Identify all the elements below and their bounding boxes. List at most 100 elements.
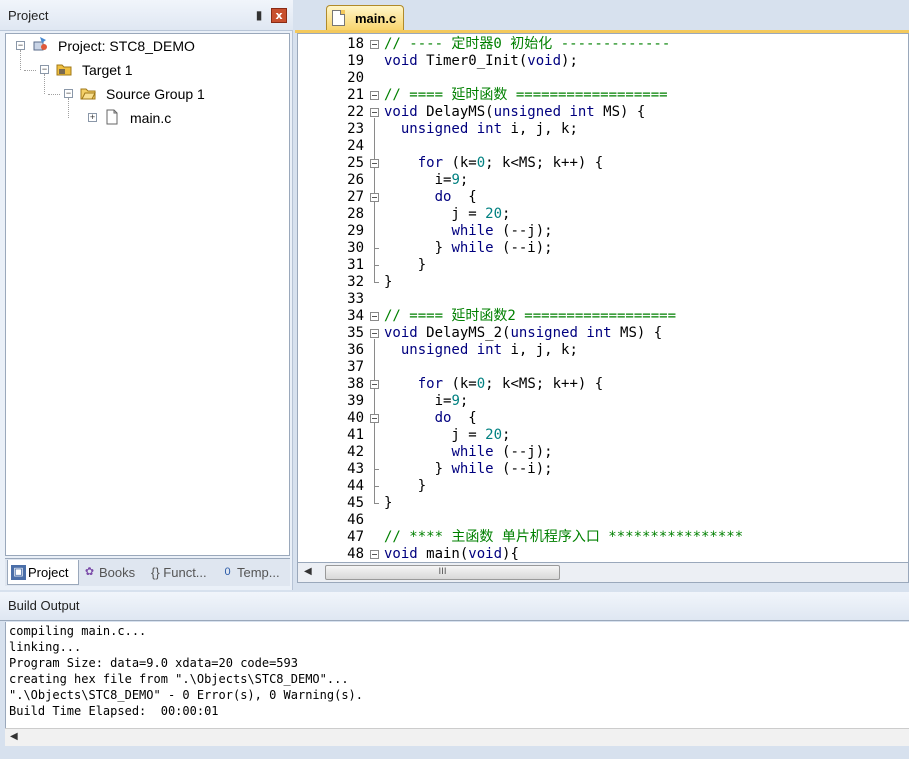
line-number: 45 bbox=[347, 495, 364, 511]
fold-guide bbox=[374, 282, 379, 283]
code-line[interactable]: void main(void){ bbox=[384, 546, 519, 562]
tab-project-label: Project bbox=[28, 565, 69, 580]
fold-toggle-icon[interactable] bbox=[370, 91, 379, 100]
code-line[interactable]: // ==== 延时函数2 ================== bbox=[384, 308, 676, 325]
build-line: ".\Objects\STC8_DEMO" - 0 Error(s), 0 Wa… bbox=[9, 688, 364, 702]
line-number: 43 bbox=[347, 461, 364, 477]
fold-toggle-icon[interactable] bbox=[370, 380, 379, 389]
line-number: 30 bbox=[347, 240, 364, 256]
code-line[interactable]: void DelayMS(unsigned int MS) { bbox=[384, 104, 645, 121]
fold-guide bbox=[374, 486, 379, 487]
code-editor[interactable]: 18 19 20 21 22 23 24 25 26 27 28 29 30 31 32 33 34 35 36 37… bbox=[297, 33, 909, 563]
code-line[interactable]: } while (--i); bbox=[384, 461, 553, 478]
code-line[interactable]: // ==== 延时函数 ================== bbox=[384, 87, 668, 104]
tree-label-file: main.c bbox=[130, 110, 172, 126]
fold-toggle-icon[interactable] bbox=[370, 193, 379, 202]
editor-horizontal-scrollbar[interactable]: ◀ III bbox=[297, 563, 909, 583]
code-line[interactable]: do { bbox=[384, 189, 477, 206]
line-number: 21 bbox=[347, 87, 364, 103]
collapse-icon[interactable]: − bbox=[16, 41, 25, 50]
scrollbar-thumb[interactable]: III bbox=[325, 565, 560, 580]
line-number: 23 bbox=[347, 121, 364, 137]
code-line[interactable]: } bbox=[384, 495, 392, 512]
line-number: 40 bbox=[347, 410, 364, 426]
build-line: Build Time Elapsed: 00:00:01 bbox=[9, 704, 219, 718]
scroll-left-arrow-icon[interactable]: ◀ bbox=[304, 566, 312, 577]
build-line: creating hex file from ".\Objects\STC8_D… bbox=[9, 672, 349, 686]
c-file-icon bbox=[106, 109, 118, 125]
line-number: 47 bbox=[347, 529, 364, 545]
line-number: 26 bbox=[347, 172, 364, 188]
code-line[interactable]: } bbox=[384, 274, 392, 291]
code-line[interactable]: j = 20; bbox=[384, 427, 510, 444]
line-number: 48 bbox=[347, 546, 364, 562]
line-number: 46 bbox=[347, 512, 364, 528]
tab-books[interactable]: ✿ Books bbox=[79, 560, 145, 585]
build-output-title: Build Output bbox=[8, 598, 80, 613]
fold-toggle-icon[interactable] bbox=[370, 550, 379, 559]
fold-toggle-icon[interactable] bbox=[370, 329, 379, 338]
code-line[interactable]: unsigned int i, j, k; bbox=[384, 342, 578, 359]
fold-toggle-icon[interactable] bbox=[370, 40, 379, 49]
close-panel-button[interactable]: x bbox=[271, 8, 287, 23]
code-line[interactable]: i=9; bbox=[384, 393, 469, 410]
code-line[interactable]: } bbox=[384, 257, 426, 274]
editor-tab-main-c[interactable]: main.c bbox=[326, 5, 404, 31]
line-number: 36 bbox=[347, 342, 364, 358]
code-line[interactable]: // ---- 定时器0 初始化 ------------- bbox=[384, 36, 670, 53]
code-line[interactable]: for (k=0; k<MS; k++) { bbox=[384, 155, 603, 172]
line-number: 28 bbox=[347, 206, 364, 222]
expand-icon[interactable]: + bbox=[88, 113, 97, 122]
project-icon: ▣ bbox=[11, 565, 26, 580]
fold-guide bbox=[374, 248, 379, 249]
line-number: 25 bbox=[347, 155, 364, 171]
tab-functions[interactable]: {} Funct... bbox=[147, 560, 215, 585]
code-line[interactable]: while (--j); bbox=[384, 223, 552, 240]
line-number: 38 bbox=[347, 376, 364, 392]
line-number: 35 bbox=[347, 325, 364, 341]
build-output-scrollbar[interactable]: ◀ bbox=[5, 728, 909, 746]
code-line[interactable]: } bbox=[384, 478, 426, 495]
project-icon bbox=[33, 37, 47, 51]
fold-toggle-icon[interactable] bbox=[370, 159, 379, 168]
fold-toggle-icon[interactable] bbox=[370, 414, 379, 423]
code-line[interactable]: void Timer0_Init(void); bbox=[384, 53, 578, 70]
code-line[interactable]: } while (--i); bbox=[384, 240, 553, 257]
build-line: compiling main.c... bbox=[9, 624, 147, 638]
fold-toggle-icon[interactable] bbox=[370, 108, 379, 117]
code-line[interactable]: do { bbox=[384, 410, 477, 427]
tab-project[interactable]: ▣ Project bbox=[7, 560, 79, 585]
line-number: 41 bbox=[347, 427, 364, 443]
build-output-text[interactable]: compiling main.c... linking... Program S… bbox=[5, 622, 909, 728]
scroll-left-arrow-icon[interactable]: ◀ bbox=[10, 731, 18, 742]
code-line[interactable]: while (--j); bbox=[384, 444, 552, 461]
code-line[interactable]: j = 20; bbox=[384, 206, 510, 223]
fold-toggle-icon[interactable] bbox=[370, 312, 379, 321]
tab-templates[interactable]: 0 Temp... bbox=[217, 560, 289, 585]
line-number: 32 bbox=[347, 274, 364, 290]
code-line[interactable]: unsigned int i, j, k; bbox=[384, 121, 578, 138]
build-line: Program Size: data=9.0 xdata=20 code=593 bbox=[9, 656, 298, 670]
tree-label-project: Project: STC8_DEMO bbox=[58, 38, 195, 54]
code-line[interactable]: for (k=0; k<MS; k++) { bbox=[384, 376, 603, 393]
code-line[interactable]: void DelayMS_2(unsigned int MS) { bbox=[384, 325, 662, 342]
code-line[interactable]: i=9; bbox=[384, 172, 469, 189]
project-panel-titlebar: Project ▮ x bbox=[0, 0, 293, 31]
code-line[interactable]: // **** 主函数 单片机程序入口 **************** bbox=[384, 529, 743, 546]
panel-tab-strip: ▣ Project ✿ Books {} Funct... 0 Temp... bbox=[5, 558, 290, 586]
folder-open-icon bbox=[80, 88, 96, 100]
collapse-icon[interactable]: − bbox=[40, 65, 49, 74]
templates-icon: 0 bbox=[224, 566, 231, 578]
line-number: 42 bbox=[347, 444, 364, 460]
project-panel-title: Project bbox=[8, 8, 49, 23]
pin-icon[interactable]: ▮ bbox=[252, 7, 266, 23]
fold-guide bbox=[374, 469, 379, 470]
fold-guide bbox=[374, 265, 379, 266]
tab-books-label: Books bbox=[99, 565, 136, 580]
collapse-icon[interactable]: − bbox=[64, 89, 73, 98]
line-number: 37 bbox=[347, 359, 364, 375]
line-number: 24 bbox=[347, 138, 364, 154]
line-number: 44 bbox=[347, 478, 364, 494]
editor-pane: main.c 18 19 20 21 22 23 24 25 26 27 28 29 30 31 32 33 3… bbox=[295, 0, 909, 590]
line-number-gutter: 18 19 20 21 22 23 24 25 26 27 28 29 30 31 32 33 34 35 36 37… bbox=[298, 34, 368, 562]
